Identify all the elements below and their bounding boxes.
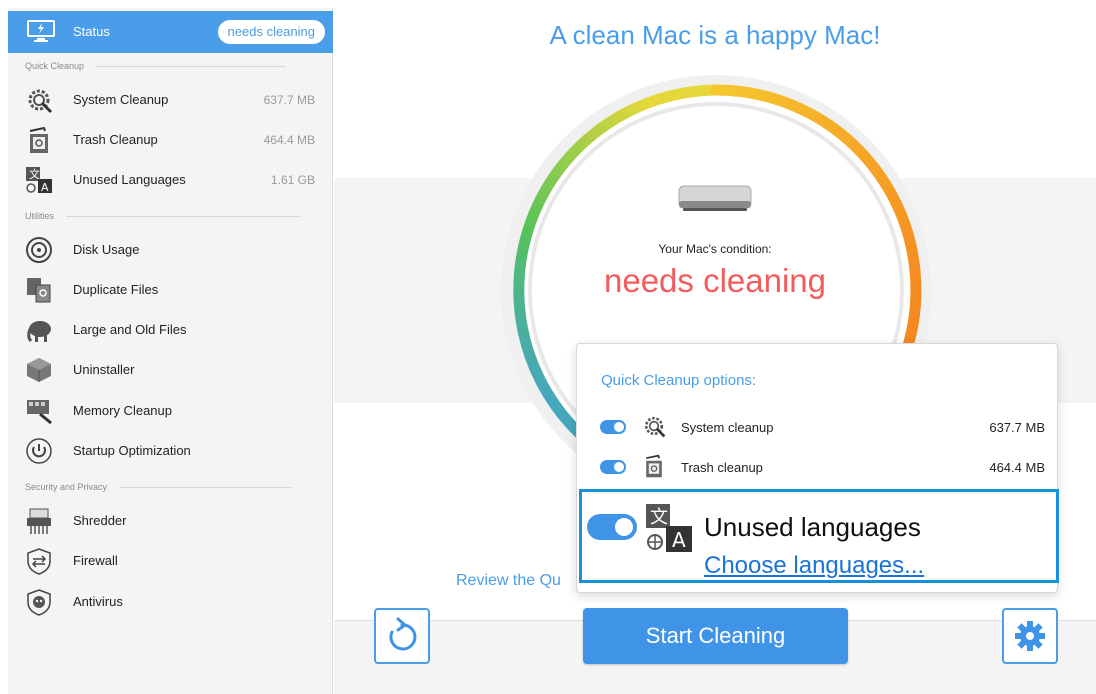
firewall-icon <box>27 548 51 575</box>
section-header-security: Security and Privacy <box>25 482 292 492</box>
duplicate-files-icon <box>27 278 51 303</box>
sidebar-item-label: Disk Usage <box>73 242 140 257</box>
svg-text:A: A <box>672 528 686 552</box>
sidebar-item-label: System Cleanup <box>73 92 169 107</box>
sidebar-item-label: Uninstaller <box>73 362 135 377</box>
antivirus-icon <box>27 589 51 616</box>
svg-text:文: 文 <box>29 167 40 181</box>
svg-text:文: 文 <box>650 507 668 528</box>
trash-icon <box>646 454 662 478</box>
condition-value: needs cleaning <box>603 262 826 299</box>
sidebar: Status needs cleaning Quick Cleanup Syst… <box>8 8 333 694</box>
condition-label: Your Mac's condition: <box>658 242 772 256</box>
option-unused-languages-highlight: 文 A Unused languages Choose languages... <box>579 489 1059 583</box>
uninstaller-icon <box>27 358 51 382</box>
power-icon <box>26 438 52 464</box>
sidebar-item-disk-usage[interactable]: Disk Usage <box>8 230 333 270</box>
sidebar-item-uninstaller[interactable]: Uninstaller <box>8 350 333 390</box>
mac-mini-icon <box>678 185 752 211</box>
system-cleanup-icon <box>644 416 666 438</box>
sidebar-item-label: Large and Old Files <box>73 322 187 337</box>
sidebar-item-label: Duplicate Files <box>73 282 159 297</box>
sidebar-item-label: Startup Optimization <box>73 443 191 458</box>
sidebar-item-firewall[interactable]: Firewall <box>8 541 333 581</box>
sidebar-item-duplicate-files[interactable]: Duplicate Files <box>8 270 333 310</box>
unused-languages-toggle[interactable] <box>587 514 637 540</box>
review-link[interactable]: Review the Qu <box>456 572 561 590</box>
option-size: 637.7 MB <box>989 420 1045 435</box>
sidebar-item-memory-cleanup[interactable]: Memory Cleanup <box>8 391 333 431</box>
option-trash-cleanup: Trash cleanup 464.4 MB <box>577 448 1059 488</box>
languages-icon: 文 A <box>26 167 52 194</box>
disk-usage-icon <box>26 237 52 263</box>
sidebar-item-system-cleanup[interactable]: System Cleanup 637.7 MB <box>8 80 333 120</box>
sidebar-item-size: 1.61 GB <box>270 173 315 187</box>
choose-languages-link[interactable]: Choose languages... <box>704 552 924 580</box>
section-header-utilities: Utilities <box>25 211 302 221</box>
popover-title: Quick Cleanup options: <box>601 372 757 389</box>
unused-languages-label: Unused languages <box>704 512 921 542</box>
settings-button[interactable] <box>1002 608 1058 664</box>
status-label: Status <box>73 24 110 39</box>
section-header-quick-cleanup: Quick Cleanup <box>25 61 287 71</box>
sidebar-item-shredder[interactable]: Shredder <box>8 501 333 541</box>
sidebar-item-label: Antivirus <box>73 594 123 609</box>
sidebar-item-trash-cleanup[interactable]: Trash Cleanup 464.4 MB <box>8 120 333 160</box>
headline: A clean Mac is a happy Mac! <box>549 20 881 50</box>
start-cleaning-button[interactable]: Start Cleaning <box>583 608 848 664</box>
refresh-button[interactable] <box>374 608 430 664</box>
sidebar-item-label: Unused Languages <box>73 172 186 187</box>
option-label: System cleanup <box>681 420 774 435</box>
main-panel: A clean Mac is a happy Mac! Your Mac's c… <box>334 0 1096 694</box>
option-label: Trash cleanup <box>681 460 763 475</box>
sidebar-item-label: Memory Cleanup <box>73 403 172 418</box>
svg-text:A: A <box>41 181 49 194</box>
elephant-icon <box>27 321 51 343</box>
option-size: 464.4 MB <box>989 460 1045 475</box>
trash-cleanup-toggle[interactable] <box>600 460 626 474</box>
monitor-icon <box>27 20 55 42</box>
sidebar-item-status[interactable]: Status needs cleaning <box>8 11 333 53</box>
memory-icon <box>27 400 52 425</box>
system-cleanup-toggle[interactable] <box>600 420 626 434</box>
sidebar-item-unused-languages[interactable]: 文 A Unused Languages 1.61 GB <box>8 160 333 200</box>
sidebar-item-large-old-files[interactable]: Large and Old Files <box>8 310 333 350</box>
languages-icon: 文 A <box>646 504 692 552</box>
trash-icon <box>29 126 48 153</box>
sidebar-item-label: Firewall <box>73 553 118 568</box>
quick-cleanup-options-popover: Quick Cleanup options: System cleanup 63… <box>576 343 1059 593</box>
sidebar-item-startup-optimization[interactable]: Startup Optimization <box>8 431 333 471</box>
gear-icon <box>1015 621 1045 651</box>
status-badge: needs cleaning <box>217 20 325 44</box>
refresh-icon <box>389 617 417 651</box>
sidebar-item-size: 464.4 MB <box>263 133 315 147</box>
option-system-cleanup: System cleanup 637.7 MB <box>577 408 1059 448</box>
sidebar-item-label: Trash Cleanup <box>73 132 158 147</box>
system-cleanup-icon <box>28 89 53 114</box>
sidebar-item-label: Shredder <box>73 513 127 528</box>
sidebar-item-antivirus[interactable]: Antivirus <box>8 582 333 622</box>
shredder-icon <box>27 508 51 534</box>
sidebar-item-size: 637.7 MB <box>263 93 315 107</box>
